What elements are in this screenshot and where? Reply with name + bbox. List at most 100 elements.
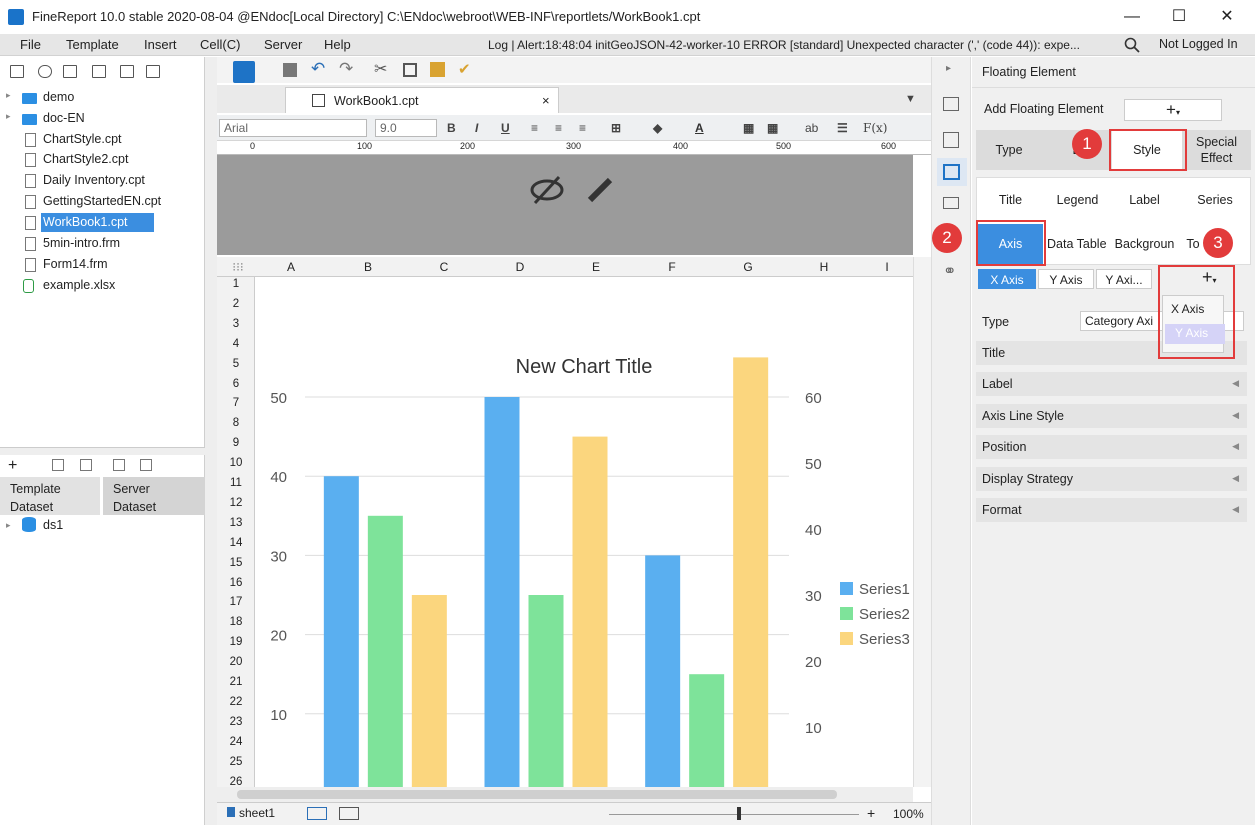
expand-icon[interactable]: ▸ xyxy=(6,520,11,531)
chart-canvas[interactable]: New Chart Title010203040500102030405060C… xyxy=(255,277,913,787)
collapse-icon[interactable] xyxy=(146,65,160,78)
subtab-label[interactable]: Label xyxy=(1111,178,1178,222)
bar-Series1-Category1[interactable] xyxy=(323,476,359,787)
tab-server-dataset[interactable]: Server Dataset xyxy=(103,477,205,515)
align-right-icon[interactable]: ≡ xyxy=(579,121,586,135)
bar-Series1-Category3[interactable] xyxy=(645,555,681,787)
add-dashboard-icon[interactable] xyxy=(339,807,359,820)
add-dataset-icon[interactable]: + xyxy=(8,457,17,475)
bar-Series3-Category2[interactable] xyxy=(572,436,608,787)
tab-type[interactable]: Type xyxy=(976,130,1042,170)
font-family-select[interactable]: Arial xyxy=(219,119,367,137)
add-sheet-icon[interactable] xyxy=(307,807,327,820)
legend-swatch-Series3[interactable] xyxy=(840,632,853,645)
row-header-21[interactable]: 21 xyxy=(217,676,254,688)
col-h[interactable]: H xyxy=(786,260,862,274)
menu-help[interactable]: Help xyxy=(324,37,351,52)
cell-attr-icon[interactable] xyxy=(943,132,959,148)
menu-file[interactable]: File xyxy=(20,37,41,52)
unmerge-icon[interactable]: ▦ xyxy=(767,121,778,135)
row-header-16[interactable]: 16 xyxy=(217,577,254,589)
tree-item-daily-inventory[interactable]: Daily Inventory.cpt xyxy=(0,171,205,191)
cut-icon[interactable]: ✂ xyxy=(374,59,387,79)
cell-element-icon[interactable] xyxy=(943,97,959,111)
search-icon[interactable] xyxy=(1124,37,1140,53)
subtab-data-table[interactable]: Data Table xyxy=(1044,222,1111,266)
tree-item-demo[interactable]: ▸ demo xyxy=(0,88,205,108)
legend-label-Series1[interactable]: Series1 xyxy=(859,581,910,598)
sheet-tab[interactable]: sheet1 xyxy=(239,806,275,820)
tab-menu-icon[interactable]: ▼ xyxy=(905,93,916,105)
row-header-12[interactable]: 12 xyxy=(217,497,254,509)
tab-special-effect[interactable]: Special Effect xyxy=(1182,130,1251,170)
row-header-20[interactable]: 20 xyxy=(217,656,254,668)
bar-Series2-Category2[interactable] xyxy=(528,595,564,787)
row-header-6[interactable]: 6 xyxy=(217,378,254,390)
zoom-slider-thumb[interactable] xyxy=(737,807,741,820)
axis-tab-y2[interactable]: Y Axi... xyxy=(1096,269,1152,289)
section-axis-line-style[interactable]: Axis Line Style ◀ xyxy=(976,404,1247,428)
subtab-legend[interactable]: Legend xyxy=(1044,178,1111,222)
border-icon[interactable]: ⊞ xyxy=(611,121,621,135)
collapse-strip[interactable] xyxy=(205,57,217,825)
menu-insert[interactable]: Insert xyxy=(144,37,177,52)
subtab-series[interactable]: Series xyxy=(1178,178,1252,222)
tab-workbook1[interactable]: WorkBook1.cpt × xyxy=(285,87,559,113)
preview-icon[interactable] xyxy=(113,459,125,471)
row-header-2[interactable]: 2 xyxy=(217,298,254,310)
add-floating-button[interactable]: +▾ xyxy=(1124,99,1222,121)
row-header-23[interactable]: 23 xyxy=(217,716,254,728)
collapse-right-icon[interactable]: ▸ xyxy=(946,63,951,74)
hyperlink-icon[interactable]: ⚭ xyxy=(943,261,956,281)
col-d[interactable]: D xyxy=(482,260,558,274)
row-header-10[interactable]: 10 xyxy=(217,457,254,469)
close-button[interactable]: ✕ xyxy=(1204,6,1250,28)
bar-Series2-Category1[interactable] xyxy=(367,515,403,787)
delete-icon[interactable] xyxy=(120,65,134,78)
tree-item-gettingstarted[interactable]: GettingStartedEN.cpt xyxy=(0,192,205,212)
row-header-4[interactable]: 4 xyxy=(217,338,254,350)
row-header-24[interactable]: 24 xyxy=(217,736,254,748)
menu-cell[interactable]: Cell(C) xyxy=(200,37,240,52)
open-icon[interactable] xyxy=(63,65,77,78)
col-i[interactable]: I xyxy=(862,260,912,274)
row-header-8[interactable]: 8 xyxy=(217,417,254,429)
underline-icon[interactable]: U xyxy=(501,121,510,135)
tree-item-chartstyle2[interactable]: ChartStyle2.cpt xyxy=(0,150,205,170)
row-header-15[interactable]: 15 xyxy=(217,557,254,569)
row-header-5[interactable]: 5 xyxy=(217,358,254,370)
merge-icon[interactable]: ▦ xyxy=(743,121,754,135)
row-header-1[interactable]: 1 xyxy=(217,278,254,290)
axis-tab-y[interactable]: Y Axis xyxy=(1038,269,1094,289)
edit-icon[interactable] xyxy=(52,459,64,471)
fill-color-icon[interactable]: ◆ xyxy=(653,121,662,135)
section-format[interactable]: Format ◀ xyxy=(976,498,1247,522)
style-icon[interactable]: ☰ xyxy=(837,121,848,135)
maximize-button[interactable]: ☐ xyxy=(1156,6,1202,28)
bar-Series2-Category3[interactable] xyxy=(689,674,725,787)
edit-pencil-icon[interactable] xyxy=(585,173,617,205)
zoom-in-icon[interactable]: + xyxy=(867,805,875,821)
bar-Series3-Category3[interactable] xyxy=(733,357,769,787)
widget-settings-icon[interactable] xyxy=(943,197,959,209)
save-icon[interactable] xyxy=(283,63,297,77)
tree-item-chartstyle[interactable]: ChartStyle.cpt xyxy=(0,130,205,150)
tree-item-5min-intro[interactable]: 5min-intro.frm xyxy=(0,234,205,254)
floating-element-icon[interactable] xyxy=(943,164,960,180)
zoom-slider[interactable] xyxy=(609,814,859,815)
col-e[interactable]: E xyxy=(558,260,634,274)
col-b[interactable]: B xyxy=(330,260,406,274)
col-f[interactable]: F xyxy=(634,260,710,274)
formula-icon[interactable]: F(x) xyxy=(863,121,887,135)
row-header-26[interactable]: 26 xyxy=(217,776,254,788)
legend-swatch-Series1[interactable] xyxy=(840,582,853,595)
new-folder-icon[interactable] xyxy=(10,65,24,78)
italic-icon[interactable]: I xyxy=(475,121,478,135)
format-painter-icon[interactable]: ✔ xyxy=(458,60,471,78)
row-header-19[interactable]: 19 xyxy=(217,636,254,648)
tree-item-example-xlsx[interactable]: example.xlsx xyxy=(0,276,205,296)
row-header-17[interactable]: 17 xyxy=(217,596,254,608)
undo-icon[interactable]: ↶ xyxy=(311,59,325,79)
hidden-eye-icon[interactable] xyxy=(529,175,565,205)
pane-splitter[interactable] xyxy=(0,447,205,455)
